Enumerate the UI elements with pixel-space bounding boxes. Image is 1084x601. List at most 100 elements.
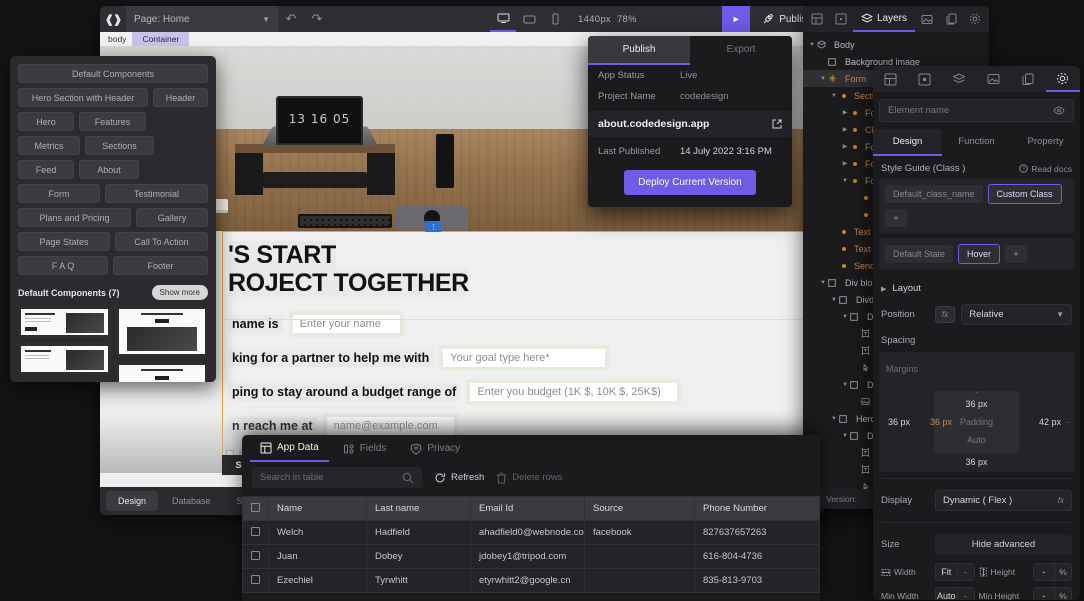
component-faq[interactable]: F A Q	[18, 256, 108, 275]
cell-name[interactable]: Ezechiel	[268, 568, 367, 593]
external-link-icon[interactable]	[772, 119, 782, 129]
app-data-table[interactable]: Name Last name Email Id Source Phone Num…	[242, 496, 820, 593]
tab-design[interactable]: Design	[873, 129, 942, 156]
cell-email[interactable]: etyrwhitt2@google.cn	[470, 568, 585, 593]
position-fx-button[interactable]: fx	[935, 306, 956, 323]
stack-layers-icon[interactable]	[942, 66, 977, 92]
component-plans-and-pricing[interactable]: Plans and Pricing	[18, 208, 131, 227]
cell-source[interactable]: facebook	[584, 520, 695, 545]
min-width-input-group[interactable]: Auto -	[935, 587, 975, 600]
height-value[interactable]: -	[1032, 563, 1054, 581]
min-width-value[interactable]: Auto	[935, 587, 957, 600]
tab-publish[interactable]: Publish	[588, 36, 690, 65]
height-input-group[interactable]: - %	[1032, 563, 1072, 581]
default-state-chip[interactable]: Default State	[885, 245, 954, 263]
min-height-value[interactable]: -	[1032, 587, 1054, 600]
row-checkbox[interactable]	[251, 526, 260, 536]
width-input-group[interactable]: Fit -	[935, 563, 975, 581]
add-element-icon[interactable]	[829, 6, 853, 32]
spacing-editor[interactable]: Margins 36 px 36 px 36 px 42 px 36 px Pa…	[879, 352, 1074, 472]
settings-gear-icon[interactable]	[1045, 66, 1080, 92]
min-height-unit[interactable]: %	[1054, 587, 1072, 600]
cell-email[interactable]: jdobey1@tripod.com	[470, 544, 585, 569]
min-height-input-group[interactable]: - %	[1032, 587, 1072, 600]
add-class-button[interactable]: +	[885, 209, 907, 227]
component-hero[interactable]: Hero	[18, 112, 74, 131]
desktop-icon[interactable]	[490, 6, 516, 32]
row-select-cell[interactable]	[242, 520, 269, 545]
column-header-email-id[interactable]: Email Id	[470, 496, 585, 521]
search-input[interactable]: Search in table	[252, 467, 422, 488]
cell-email[interactable]: ahadfield0@webnode.com	[470, 520, 585, 545]
page-selector[interactable]: Page: Home ▼	[126, 6, 278, 32]
component-about[interactable]: About	[79, 160, 139, 179]
chevron-right-icon[interactable]: ▶	[840, 143, 850, 150]
tab-app-data[interactable]: App Data	[250, 435, 329, 462]
padding-value[interactable]: 36 px	[930, 417, 952, 427]
default-class-chip[interactable]: Default_class_name	[885, 185, 983, 203]
tab-design[interactable]: Design	[106, 491, 159, 511]
chevron-down-icon[interactable]: ▼	[840, 433, 850, 439]
margin-bottom-value[interactable]: 36 px	[965, 457, 987, 467]
display-select[interactable]: Dynamic ( Flex ) fx	[935, 490, 1072, 511]
chevron-down-icon[interactable]: ▼	[818, 280, 828, 286]
position-select[interactable]: Relative ▼	[961, 304, 1072, 325]
component-hero-section-with-header[interactable]: Hero Section with Header	[18, 88, 148, 107]
margin-top-value[interactable]: 36 px	[965, 399, 987, 409]
component-call-to-action[interactable]: Call To Action	[115, 232, 208, 251]
component-page-states[interactable]: Page States	[18, 232, 110, 251]
eye-icon[interactable]	[1053, 106, 1065, 115]
row-select-cell[interactable]	[242, 544, 269, 569]
width-unit[interactable]: -	[956, 563, 975, 581]
tab-privacy[interactable]: Privacy	[400, 435, 470, 462]
cell-last-name[interactable]: Hadfield	[366, 520, 471, 545]
display-fx-button[interactable]: fx	[1058, 496, 1064, 505]
pages-icon[interactable]	[939, 6, 963, 32]
layout-section-header[interactable]: ▶ Layout	[873, 275, 1080, 299]
component-features[interactable]: Features	[79, 112, 146, 131]
cell-phone[interactable]: 835-813-9703	[694, 568, 820, 593]
refresh-button[interactable]: Refresh	[434, 472, 484, 484]
settings-gear-icon[interactable]	[963, 6, 987, 32]
tab-fields[interactable]: Fields	[333, 435, 397, 462]
row-select-cell[interactable]	[242, 568, 269, 593]
cell-source[interactable]	[584, 568, 695, 593]
read-docs-link[interactable]: ? Read docs	[1019, 164, 1072, 174]
preview-play-button[interactable]: ►	[722, 6, 751, 32]
component-gallery[interactable]: Gallery	[136, 208, 208, 227]
chevron-right-icon[interactable]: ▶	[840, 160, 850, 167]
size-hide-advanced-button[interactable]: Hide advanced	[935, 534, 1072, 555]
component-testimonial[interactable]: Testimonial	[105, 184, 208, 203]
component-footer[interactable]: Footer	[113, 256, 208, 275]
margin-left-value[interactable]: 36 px	[888, 417, 910, 427]
chevron-down-icon[interactable]: ▼	[840, 382, 850, 388]
cell-last-name[interactable]: Dobey	[366, 544, 471, 569]
copy-pages-icon[interactable]	[1011, 66, 1046, 92]
cell-phone[interactable]: 616-804-4736	[694, 544, 820, 569]
component-thumbnail[interactable]	[115, 362, 208, 382]
table-row[interactable]: Ezechiel Tyrwhitt etyrwhitt2@google.cn 8…	[242, 568, 820, 593]
component-metrics[interactable]: Metrics	[18, 136, 80, 155]
breadcrumb-container[interactable]: Container	[126, 32, 190, 46]
code-brackets-icon[interactable]: ❰❱	[100, 6, 126, 32]
published-url-row[interactable]: about.codedesign.app	[588, 111, 792, 137]
cell-name[interactable]: Welch	[268, 520, 367, 545]
delete-rows-button[interactable]: Delete rows	[496, 472, 562, 484]
table-row[interactable]: Welch Hadfield ahadfield0@webnode.com fa…	[242, 520, 820, 545]
cell-name[interactable]: Juan	[268, 544, 367, 569]
element-name-input[interactable]: Element name	[879, 99, 1074, 122]
height-unit[interactable]: %	[1054, 563, 1072, 581]
column-header-name[interactable]: Name	[268, 496, 367, 521]
chevron-down-icon[interactable]: ▼	[840, 178, 850, 184]
row-checkbox[interactable]	[251, 574, 260, 584]
component-thumbnail[interactable]	[18, 380, 111, 382]
margin-right-value[interactable]: 42 px	[1039, 417, 1061, 427]
cell-source[interactable]	[584, 544, 695, 569]
tablet-icon[interactable]	[516, 6, 542, 32]
chevron-down-icon[interactable]: ▼	[818, 76, 828, 82]
chevron-down-icon[interactable]: ▼	[840, 314, 850, 320]
component-sections[interactable]: Sections	[85, 136, 154, 155]
show-more-button[interactable]: Show more	[151, 285, 208, 300]
tab-property[interactable]: Property	[1011, 129, 1080, 156]
chevron-down-icon[interactable]: ▼	[807, 42, 817, 48]
